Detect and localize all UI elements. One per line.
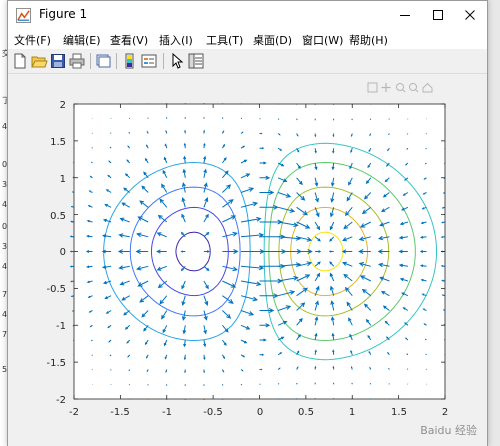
quiver-arrow <box>369 118 372 121</box>
quiver-arrow <box>180 250 186 253</box>
watermark-text: Baidu 经验 <box>420 424 477 437</box>
y-tick-label: -0.5 <box>46 284 66 295</box>
y-tick-label: -1.5 <box>46 358 66 369</box>
link-plot-icon[interactable] <box>94 52 112 70</box>
insert-colorbar-icon[interactable] <box>121 52 139 70</box>
quiver-arrow <box>221 117 224 119</box>
x-tick-label: 0 <box>257 407 263 418</box>
x-tick-label: 0.5 <box>298 407 314 418</box>
export-icon[interactable] <box>367 82 378 93</box>
new-figure-icon[interactable] <box>11 52 29 70</box>
quiver-arrow <box>388 118 390 120</box>
x-tick-label: 1 <box>349 407 355 418</box>
x-tick-label: 1.5 <box>391 407 407 418</box>
quiver-arrow <box>406 133 409 135</box>
print-icon[interactable] <box>68 52 86 70</box>
x-tick-label: -1.5 <box>110 407 130 418</box>
quiver-arrow <box>277 118 280 120</box>
toolbar-separator <box>116 53 117 69</box>
quiver-arrow <box>259 368 263 371</box>
quiver-arrow <box>91 354 93 356</box>
quiver-arrow <box>147 117 149 119</box>
quiver-arrow <box>221 384 224 386</box>
quiver-arrow <box>69 250 74 253</box>
menu-desktop[interactable]: 桌面(D) <box>253 32 292 48</box>
y-tick-label: 1.5 <box>50 137 66 148</box>
menu-window[interactable]: 窗口(W) <box>302 32 343 48</box>
quiver-arrow <box>128 117 131 119</box>
quiver-arrow <box>296 382 298 385</box>
figure-toolbar <box>8 49 487 74</box>
quiver-arrow <box>425 133 427 135</box>
background-window-right <box>487 0 500 446</box>
quiver-arrow <box>259 132 263 135</box>
y-tick-label: 0 <box>60 247 66 258</box>
menu-help[interactable]: 帮助(H) <box>349 32 388 48</box>
x-tick-label: -2 <box>69 407 79 418</box>
quiver-arrow <box>425 353 427 356</box>
x-tick-label: 2 <box>442 407 448 418</box>
pan-icon[interactable] <box>381 83 391 92</box>
menu-bar: 文件(F) 编辑(E) 查看(V) 插入(I) 工具(T) 桌面(D) 窗口(W… <box>8 29 487 49</box>
close-icon <box>465 10 475 20</box>
quiver-arrow <box>69 265 75 268</box>
quiver-arrow <box>240 117 243 120</box>
quiver-arrow <box>69 235 75 238</box>
quiver-arrow <box>388 383 390 385</box>
zoom-out-icon[interactable] <box>409 83 419 93</box>
figure-window: Figure 1 文件(F) 编辑(E) 查看(V) 插入(I) 工具(T) 桌… <box>7 0 488 446</box>
maximize-icon <box>433 10 443 20</box>
close-button[interactable] <box>451 1 489 29</box>
menu-tools[interactable]: 工具(T) <box>206 32 243 48</box>
quiver-arrow <box>110 132 112 134</box>
quiver-arrow <box>425 147 427 150</box>
toolbar-separator <box>90 53 91 69</box>
toolbar-separator <box>163 53 164 69</box>
y-tick-label: 2 <box>60 100 66 111</box>
window-title: Figure 1 <box>39 7 88 21</box>
quiver-arrow <box>425 368 427 370</box>
quiver-arrow <box>328 250 334 253</box>
quiver-arrow <box>406 368 409 370</box>
property-inspector-icon[interactable] <box>187 52 205 70</box>
menu-edit[interactable]: 编辑(E) <box>63 32 101 48</box>
open-file-icon[interactable] <box>30 52 48 70</box>
menu-file[interactable]: 文件(F) <box>14 32 51 48</box>
y-tick-label: 1 <box>60 174 66 185</box>
figure-canvas: -2 -1.5 -1 -0.5 0 0.5 1 1.5 2 2 1.5 1 0.… <box>8 74 487 446</box>
quiver-arrow <box>70 280 75 283</box>
home-icon[interactable] <box>422 82 433 93</box>
y-tick-label: 0.5 <box>50 211 66 222</box>
x-axis: -2 -1.5 -1 -0.5 0 0.5 1 1.5 2 <box>69 407 448 418</box>
quiver-arrow <box>440 235 446 238</box>
insert-legend-icon[interactable] <box>140 52 158 70</box>
edit-plot-icon[interactable] <box>168 52 186 70</box>
quiver-arrow <box>91 147 93 149</box>
quiver-arrow <box>296 118 298 121</box>
menu-view[interactable]: 查看(V) <box>110 32 148 48</box>
y-axis: 2 1.5 1 0.5 0 -0.5 -1 -1.5 -2 <box>46 100 66 406</box>
menu-insert[interactable]: 插入(I) <box>159 32 193 48</box>
quiver-arrow <box>369 382 372 385</box>
matlab-figure-icon <box>16 8 31 23</box>
quiver-arrow <box>240 383 243 386</box>
quiver-arrow <box>277 383 280 385</box>
quiver-arrow <box>70 220 75 223</box>
y-tick-label: -2 <box>56 395 66 406</box>
plot-area[interactable]: -2 -1.5 -1 -0.5 0 0.5 1 1.5 2 2 1.5 1 0.… <box>8 74 487 446</box>
x-tick-label: -1 <box>162 407 172 418</box>
quiver-arrow <box>110 369 112 371</box>
quiver-arrow <box>128 384 131 386</box>
title-bar[interactable]: Figure 1 <box>8 1 487 29</box>
save-icon[interactable] <box>49 52 67 70</box>
y-tick-label: -1 <box>56 321 66 332</box>
axes-toolbar <box>367 82 433 93</box>
zoom-in-icon[interactable] <box>396 83 406 93</box>
quiver-arrow <box>147 384 149 386</box>
x-tick-label: -0.5 <box>203 407 223 418</box>
minimize-icon <box>400 15 410 16</box>
